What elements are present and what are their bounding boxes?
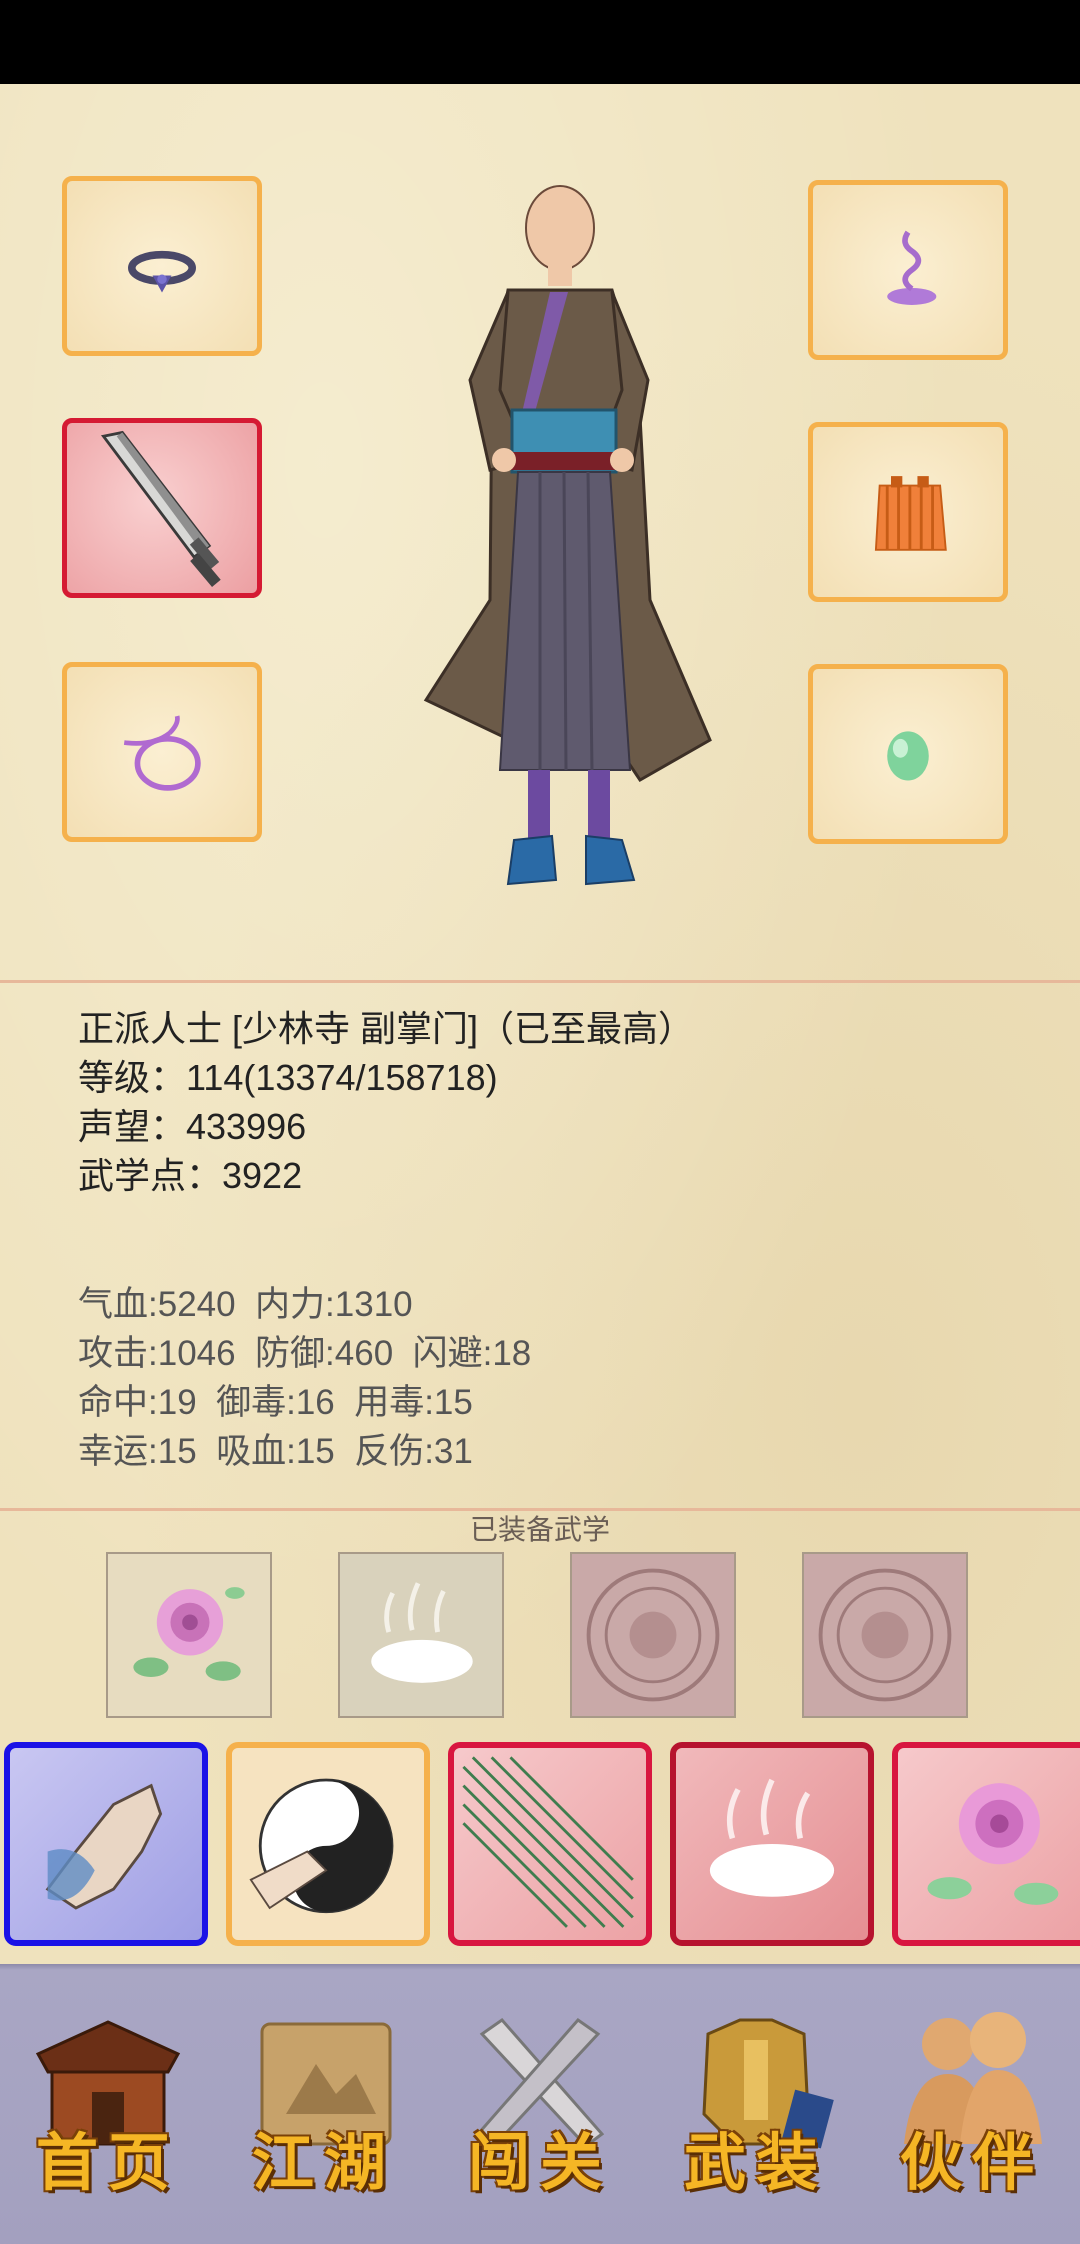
skill-card-row (0, 1742, 1080, 1948)
skill-card-palm[interactable] (4, 1742, 208, 1946)
character-title: 正派人士 [少林寺 副掌门]（已至最高） (78, 1008, 695, 1049)
nav-home-label: 首页 (35, 2126, 180, 2199)
jade-stone-icon (887, 731, 929, 781)
equipped-martial-label: 已装备武学 (469, 1514, 610, 1545)
stats-line-2: 攻击:1046 防御:460 闪避:18 (78, 1334, 532, 1373)
armor-skirt-icon (874, 476, 947, 551)
needles-icon (462, 1756, 634, 1928)
nav-home[interactable]: 首页 (0, 1964, 216, 2244)
palm-hand-icon (45, 1783, 163, 1910)
equip-slot-weapon[interactable] (62, 418, 262, 598)
character-reputation: 声望：433996 (78, 1106, 307, 1147)
stone-calendar-icon (586, 1568, 720, 1702)
stone-calendar-icon (818, 1568, 952, 1702)
nav-challenge-label: 闯关 (467, 2126, 612, 2199)
equipped-skill-slot-1[interactable] (106, 1552, 272, 1718)
scroll-icon (260, 2022, 392, 2146)
equip-slot-armor-skirt[interactable] (808, 422, 1008, 602)
divider-top (0, 980, 1080, 983)
stats-line-1: 气血:5240 内力:1310 (78, 1285, 413, 1324)
incense-icon (887, 230, 937, 305)
character-figure (423, 185, 712, 886)
equip-slot-incense[interactable] (808, 180, 1008, 360)
skill-card-rose[interactable] (892, 1742, 1080, 1946)
nav-partner-label: 伙伴 (899, 2126, 1044, 2199)
house-icon (35, 2020, 181, 2146)
armor-icon (702, 2018, 834, 2149)
yin-yang-icon (249, 1778, 394, 1914)
rose-icon (927, 1783, 1059, 1905)
skill-card-taiji[interactable] (226, 1742, 430, 1946)
stats-line-3: 命中:19 御毒:16 用毒:15 (78, 1383, 473, 1422)
equip-slot-jade[interactable] (808, 664, 1008, 844)
nav-equipment-label: 武装 (683, 2126, 828, 2199)
mist-icon (709, 1778, 835, 1897)
status-bar (0, 0, 1080, 84)
mist-icon (371, 1582, 473, 1683)
nav-challenge[interactable]: 闯关 (432, 1964, 648, 2244)
crossed-swords-icon (475, 2018, 605, 2149)
crown-ring-icon (128, 250, 196, 293)
nav-jianghu[interactable]: 江湖 (216, 1964, 432, 2244)
nav-partner[interactable]: 伙伴 (864, 1964, 1080, 2244)
partners-icon (904, 2012, 1042, 2144)
character-info: 正派人士 [少林寺 副掌门]（已至最高） 等级：114(13374/158718… (78, 1004, 694, 1200)
character-martial-points: 武学点：3922 (78, 1155, 303, 1196)
stats-line-4: 幸运:15 吸血:15 反伤:31 (78, 1432, 473, 1471)
rose-icon (133, 1587, 245, 1681)
equip-slot-bracelet[interactable] (62, 662, 262, 842)
equipped-skill-slot-3-empty[interactable] (570, 1552, 736, 1718)
bottom-navigation: 首页 江湖 闯关 武装 伙伴 (0, 1964, 1080, 2244)
character-level: 等级：114(13374/158718) (78, 1057, 498, 1098)
skill-card-needles[interactable] (448, 1742, 652, 1946)
skill-card-mist[interactable] (670, 1742, 874, 1946)
nav-jianghu-label: 江湖 (251, 2126, 396, 2199)
nav-equipment[interactable]: 武装 (648, 1964, 864, 2244)
equip-slot-head-ring[interactable] (62, 176, 262, 356)
bracelet-icon (123, 715, 201, 791)
equipped-skill-slot-2[interactable] (338, 1552, 504, 1718)
broadsword-icon (100, 430, 221, 587)
character-stats: 气血:5240 内力:1310 攻击:1046 防御:460 闪避:18 命中:… (78, 1280, 531, 1476)
equipped-skill-slot-4-empty[interactable] (802, 1552, 968, 1718)
